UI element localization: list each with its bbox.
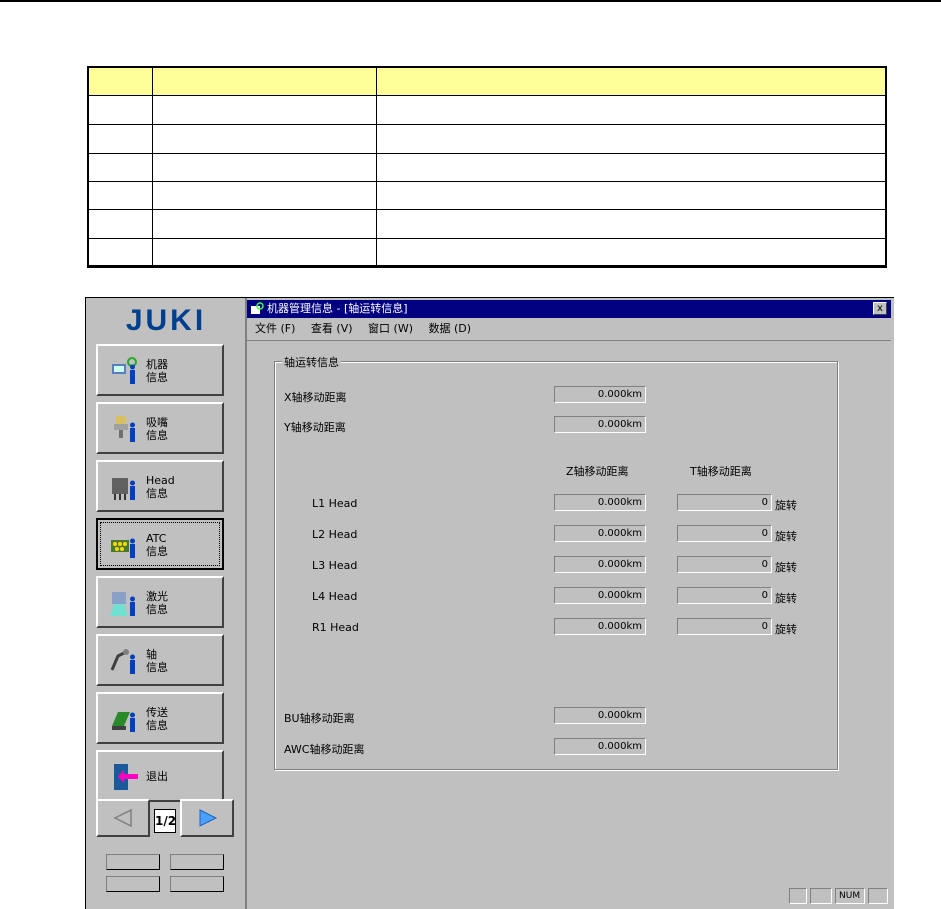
menu-view[interactable]: 查看 (V) bbox=[311, 322, 353, 335]
nav-label: ATC 信息 bbox=[146, 532, 168, 558]
client-area: 轴运转信息 X轴移动距离 0.000km Y轴移动距离 0.000km Z轴移动… bbox=[247, 340, 891, 883]
head-name: L4 Head bbox=[312, 590, 358, 603]
z-axis-value: 0.000km bbox=[554, 494, 646, 511]
window-title: 机器管理信息 - [轴运转信息] bbox=[267, 302, 408, 315]
document-table bbox=[87, 66, 887, 268]
menu-bar: 文件 (F) 查看 (V) 窗口 (W) 数据 (D) bbox=[247, 320, 891, 338]
exit-icon bbox=[114, 764, 138, 790]
bu-axis-label: BU轴移动距离 bbox=[284, 712, 355, 725]
table-row bbox=[89, 125, 885, 154]
nav-label: Head 信息 bbox=[146, 474, 175, 500]
x-axis-value: 0.000km bbox=[554, 386, 646, 403]
head-name: L3 Head bbox=[312, 559, 358, 572]
rotation-unit: 旋转 bbox=[775, 499, 797, 512]
status-bar: NUM bbox=[247, 886, 891, 906]
table-row bbox=[89, 96, 885, 125]
t-axis-value: 0 bbox=[677, 587, 772, 604]
nozzle-info-icon bbox=[114, 416, 135, 442]
nav-label: 轴 信息 bbox=[146, 648, 168, 674]
laser-info-icon bbox=[110, 592, 135, 616]
t-axis-column-header: T轴移动距离 bbox=[690, 465, 752, 478]
nav-label: 传送 信息 bbox=[146, 706, 168, 732]
page-indicator: 1/2 bbox=[154, 809, 176, 833]
empty-slot bbox=[170, 876, 224, 892]
rotation-unit: 旋转 bbox=[775, 623, 797, 636]
empty-slot bbox=[106, 876, 160, 892]
rotation-unit: 旋转 bbox=[775, 530, 797, 543]
z-axis-column-header: Z轴移动距离 bbox=[566, 465, 629, 478]
menu-file[interactable]: 文件 (F) bbox=[255, 322, 295, 335]
head-name: L1 Head bbox=[312, 497, 358, 510]
nav-conveyor-info-button[interactable]: 传送 信息 bbox=[96, 692, 224, 744]
status-pane bbox=[789, 888, 807, 904]
head-info-icon bbox=[112, 478, 135, 500]
table-row bbox=[89, 182, 885, 210]
menu-window[interactable]: 窗口 (W) bbox=[368, 322, 413, 335]
juki-logo: JUKI bbox=[125, 304, 207, 337]
axis-info-icon bbox=[110, 649, 135, 674]
arrow-right-icon bbox=[199, 809, 218, 827]
title-bar: 机器管理信息 - [轴运转信息] x bbox=[247, 300, 891, 318]
nav-head-info-button[interactable]: Head 信息 bbox=[96, 460, 224, 512]
nav-machine-info-button[interactable]: 机器 信息 bbox=[96, 344, 224, 396]
app-icon bbox=[251, 302, 264, 314]
empty-slot bbox=[106, 854, 160, 870]
nav-atc-info-button[interactable]: ATC 信息 bbox=[96, 518, 224, 570]
main-pane: 机器管理信息 - [轴运转信息] x 文件 (F) 查看 (V) 窗口 (W) … bbox=[247, 298, 893, 909]
nav-label: 激光 信息 bbox=[146, 590, 168, 616]
nav-label: 吸嘴 信息 bbox=[146, 416, 168, 442]
bu-axis-value: 0.000km bbox=[554, 707, 646, 724]
z-axis-value: 0.000km bbox=[554, 525, 646, 542]
next-page-button[interactable] bbox=[180, 799, 234, 837]
nav-axis-info-button[interactable]: 轴 信息 bbox=[96, 634, 224, 686]
awc-axis-label: AWC轴移动距离 bbox=[284, 743, 365, 756]
t-axis-value: 0 bbox=[677, 525, 772, 542]
group-title: 轴运转信息 bbox=[282, 354, 341, 370]
nav-exit-button[interactable]: 退出 bbox=[96, 750, 224, 802]
z-axis-value: 0.000km bbox=[554, 587, 646, 604]
atc-info-icon bbox=[111, 538, 135, 558]
nav-label: 机器 信息 bbox=[146, 358, 168, 384]
status-pane bbox=[868, 888, 888, 904]
table-row bbox=[89, 210, 885, 239]
table-header-row bbox=[89, 68, 885, 96]
table-row bbox=[89, 239, 885, 266]
head-name: L2 Head bbox=[312, 528, 358, 541]
t-axis-value: 0 bbox=[677, 494, 772, 511]
num-lock-indicator: NUM bbox=[835, 888, 865, 904]
page-navigation: 1/2 bbox=[96, 799, 236, 837]
y-axis-label: Y轴移动距离 bbox=[284, 421, 346, 434]
z-axis-value: 0.000km bbox=[554, 618, 646, 635]
sidebar: JUKI 机器 信息 吸嘴 信息 Head 信息 ATC 信息 激光 信息 轴 … bbox=[86, 298, 247, 909]
arrow-left-icon bbox=[113, 808, 132, 828]
t-axis-value: 0 bbox=[677, 618, 772, 635]
nav-nozzle-info-button[interactable]: 吸嘴 信息 bbox=[96, 402, 224, 454]
prev-page-button[interactable] bbox=[96, 799, 150, 837]
rotation-unit: 旋转 bbox=[775, 561, 797, 574]
table-column-divider bbox=[152, 68, 153, 266]
close-button[interactable]: x bbox=[873, 302, 887, 315]
t-axis-value: 0 bbox=[677, 556, 772, 573]
machine-info-icon bbox=[112, 357, 137, 384]
table-row bbox=[89, 154, 885, 182]
table-column-divider bbox=[376, 68, 377, 266]
y-axis-value: 0.000km bbox=[554, 416, 646, 433]
conveyor-info-icon bbox=[112, 712, 135, 732]
empty-slot bbox=[170, 854, 224, 870]
menu-data[interactable]: 数据 (D) bbox=[429, 322, 472, 335]
awc-axis-value: 0.000km bbox=[554, 738, 646, 755]
z-axis-value: 0.000km bbox=[554, 556, 646, 573]
page-top-rule bbox=[0, 0, 941, 2]
app-window: JUKI 机器 信息 吸嘴 信息 Head 信息 ATC 信息 激光 信息 轴 … bbox=[85, 297, 894, 909]
x-axis-label: X轴移动距离 bbox=[284, 391, 347, 404]
nav-label: 退出 bbox=[146, 770, 168, 783]
rotation-unit: 旋转 bbox=[775, 592, 797, 605]
head-name: R1 Head bbox=[312, 621, 359, 634]
status-pane bbox=[810, 888, 832, 904]
nav-laser-info-button[interactable]: 激光 信息 bbox=[96, 576, 224, 628]
